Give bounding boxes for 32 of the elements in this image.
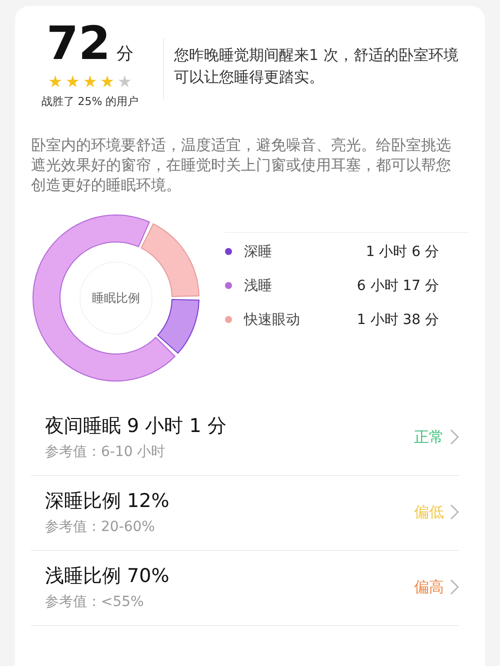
reference-range: 参考值：<55%: [45, 593, 145, 611]
star-icon: ★: [118, 74, 132, 90]
status-label: 偏低: [414, 502, 444, 522]
star-icon: ★: [65, 74, 80, 90]
score-unit: 分: [116, 43, 134, 65]
chart-center-label: 睡眠比例: [91, 290, 141, 307]
chevron-right-icon: [450, 579, 459, 595]
star-icon: ★: [82, 74, 98, 90]
summary-text: 您昨晚睡觉期间醒来1 次，舒适的卧室环境可以让您睡得更踏实。: [174, 45, 460, 88]
status-label: 偏高: [414, 578, 444, 596]
metric-row[interactable]: 深睡比例 12% 参考值：20-60% 偏低: [31, 476, 459, 551]
metric-title: 浅睡比例 70%: [45, 564, 170, 589]
metric-row[interactable]: 夜间睡眠 9 小时 1 分 参考值：6-10 小时 正常: [31, 401, 459, 476]
legend-duration: 1 小时 6 分: [366, 242, 439, 260]
advice-text: 卧室内的环境要舒适，温度适宜，避免噪音、亮光。给卧室挑选遮光效果好的窗帘，在睡觉时关上门窗或使用耳塞，都可以帮您创造更好的睡眠环境。: [31, 135, 452, 195]
star-icon: ★: [48, 74, 62, 90]
legend-label: 快速眼动: [244, 310, 301, 328]
legend-label: 浅睡: [244, 276, 273, 294]
status-label: 正常: [414, 428, 444, 446]
metric-title: 深睡比例 12%: [45, 489, 170, 514]
legend-duration: 1 小时 38 分: [356, 310, 439, 328]
chevron-right-icon: [450, 504, 459, 520]
metric-title: 夜间睡眠 9 小时 1 分: [45, 414, 228, 439]
reference-range: 参考值：20-60%: [45, 518, 156, 536]
star-icon: ★: [100, 74, 115, 90]
ranking-text: 战胜了 25% 的用户: [41, 94, 139, 109]
metric-row[interactable]: 浅睡比例 70% 参考值：<55% 偏高: [31, 551, 459, 626]
score-value: 72: [46, 20, 110, 66]
legend-duration: 6 小时 17 分: [356, 276, 439, 294]
legend-label: 深睡: [244, 242, 273, 260]
chevron-right-icon: [450, 429, 459, 445]
reference-range: 参考值：6-10 小时: [45, 443, 166, 461]
